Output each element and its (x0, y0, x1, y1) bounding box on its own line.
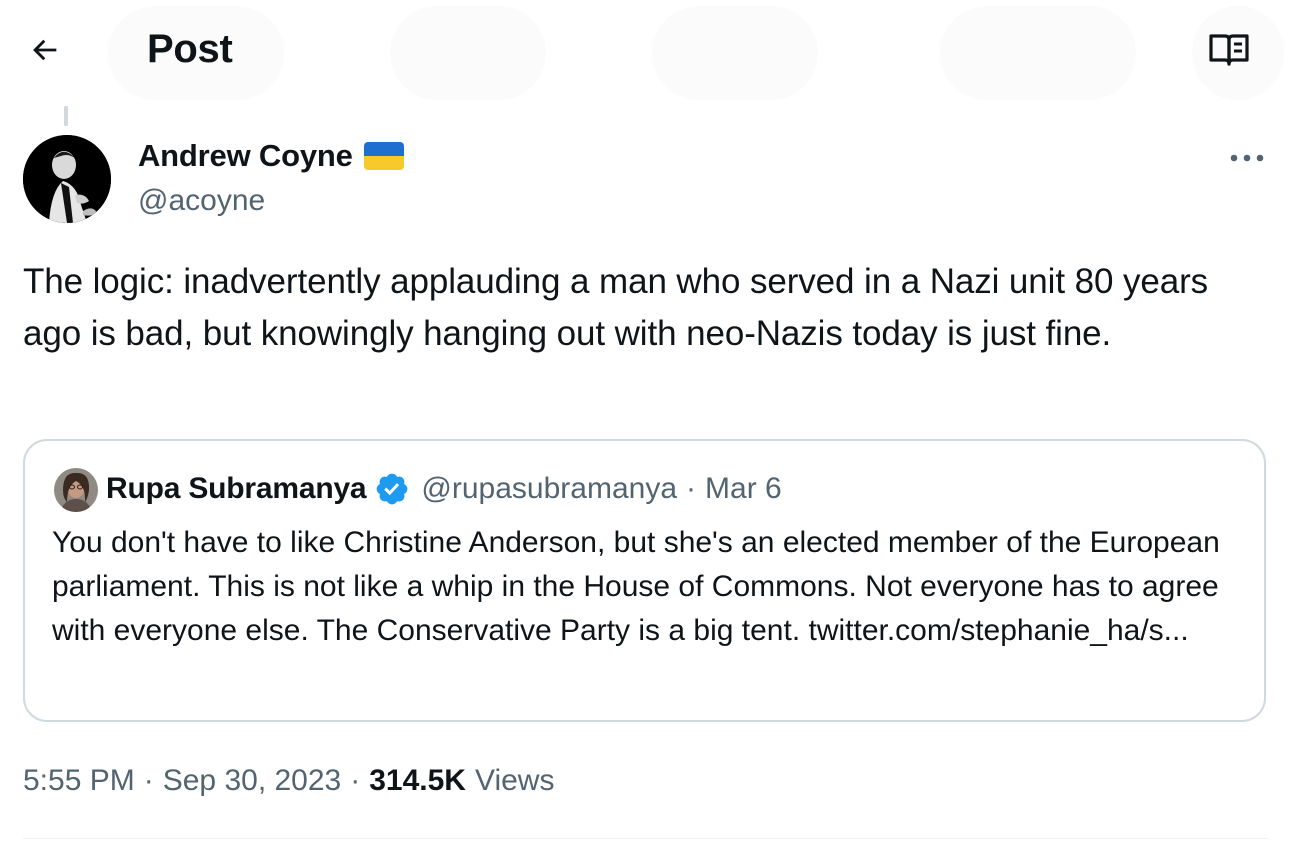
quote-header: Rupa Subramanya @rupasubramanya · Mar 6 (106, 469, 782, 509)
more-horizontal-icon (1230, 154, 1264, 162)
verified-badge-icon (374, 471, 410, 507)
views-label: Views (474, 764, 555, 797)
flag-blue-stripe (363, 142, 404, 156)
arrow-left-icon (33, 39, 57, 61)
background-shape (390, 6, 546, 100)
tweet-date[interactable]: Sep 30, 2023 (163, 764, 342, 797)
tweet-time[interactable]: 5:55 PM (23, 764, 135, 797)
top-bar: Post (0, 0, 1296, 100)
back-button[interactable] (22, 27, 68, 73)
flag-yellow-stripe (363, 156, 404, 170)
quote-avatar-image (54, 468, 98, 512)
avatar[interactable] (23, 135, 111, 223)
background-shape (652, 6, 818, 100)
quote-author-name: Rupa Subramanya (106, 472, 367, 505)
reader-mode-button[interactable] (1206, 28, 1252, 72)
page-title: Post (147, 27, 233, 71)
more-options-button[interactable] (1225, 140, 1269, 176)
background-shape (940, 6, 1136, 100)
meta-separator: · (350, 764, 361, 797)
quote-author-handle: @rupasubramanya (421, 472, 678, 505)
quote-tweet-card[interactable]: Rupa Subramanya @rupasubramanya · Mar 6 … (23, 439, 1266, 722)
author-avatar-image (23, 135, 111, 223)
divider (23, 838, 1268, 839)
author-handle[interactable]: @acoyne (138, 181, 265, 221)
thread-connector (64, 106, 68, 126)
quote-avatar (54, 468, 98, 512)
tweet-meta: 5:55 PM · Sep 30, 2023 · 314.5K Views (23, 760, 554, 802)
tweet-text: The logic: inadvertently applauding a ma… (23, 262, 1209, 353)
quote-separator: · (686, 472, 697, 505)
quote-date: Mar 6 (705, 472, 782, 505)
views-count: 314.5K (369, 764, 466, 797)
quote-text: You don't have to like Christine Anderso… (52, 526, 1220, 647)
author-name[interactable]: Andrew Coyne (138, 136, 404, 176)
meta-separator: · (143, 764, 154, 797)
book-open-icon (1209, 34, 1249, 66)
author-name-text: Andrew Coyne (138, 138, 353, 173)
ukraine-flag-icon (363, 142, 404, 170)
